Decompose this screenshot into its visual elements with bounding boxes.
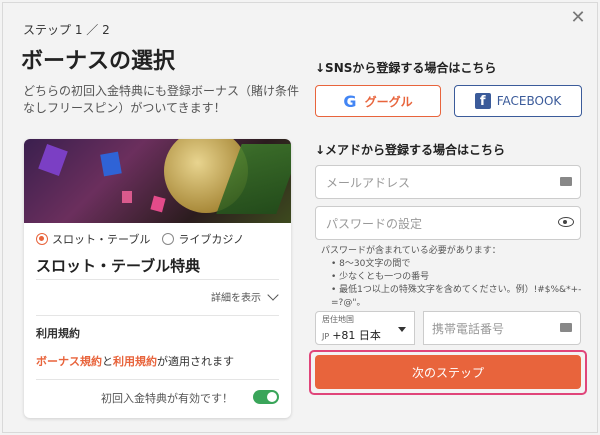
country-value: JP +81 日本: [322, 327, 381, 343]
terms-suffix: が適用されます: [157, 355, 234, 368]
terms-of-use-link[interactable]: 利用規約: [113, 355, 157, 368]
divider: [36, 379, 279, 380]
mail-heading: ↓メアドから登録する場合はこちら: [315, 143, 506, 157]
chevron-down-icon: [267, 288, 279, 301]
country-code: JP: [322, 332, 330, 341]
show-details-toggle[interactable]: 詳細を表示: [211, 288, 279, 304]
facebook-icon: f: [474, 93, 491, 109]
phone-field[interactable]: 携帯電話番号: [423, 311, 581, 345]
radio-live-casino[interactable]: ライブカジノ: [162, 231, 244, 247]
bonus-terms-link[interactable]: ボーナス規約: [36, 355, 102, 368]
terms-heading: 利用規約: [36, 327, 80, 340]
step-indicator: ステップ 1 ／ 2: [23, 23, 110, 37]
password-hint: 最低1つ以上の特殊文字を含めてください。例）!#$%&*+-=?@"。: [331, 284, 583, 310]
password-requirements: パスワードが含まれている必要があります： 8〜30文字の間で 少なくとも一つの番…: [321, 245, 583, 310]
signup-modal: ✕ ステップ 1 ／ 2 ボーナスの選択 どちらの初回入金特典にも登録ボーナス（…: [2, 2, 598, 433]
password-placeholder: パスワードの設定: [326, 216, 423, 231]
caret-down-icon: [398, 327, 406, 332]
radio-label: ライブカジノ: [178, 233, 245, 246]
page-title: ボーナスの選択: [21, 49, 176, 74]
terms-text: ボーナス規約と利用規約が適用されます: [36, 353, 234, 369]
country-label: 居住地国: [322, 315, 354, 324]
country-select[interactable]: 居住地国 JP +81 日本: [315, 311, 415, 345]
details-label: 詳細を表示: [211, 293, 261, 304]
google-signup-button[interactable]: G グーグル: [315, 85, 441, 117]
password-hint: 8〜30文字の間で: [331, 258, 583, 271]
radio-checked-icon: [36, 233, 48, 245]
bonus-toggle[interactable]: [253, 390, 279, 404]
facebook-label: FACEBOOK: [496, 94, 562, 108]
autofill-icon: [560, 177, 572, 186]
terms-and: と: [102, 355, 113, 368]
bonus-type-selector: スロット・テーブル ライブカジノ: [36, 231, 244, 247]
page-description: どちらの初回入金特典にも登録ボーナス（賭け条件なしフリースピン）がついてきます！: [23, 84, 300, 115]
radio-slot-table[interactable]: スロット・テーブル: [36, 231, 150, 247]
phone-placeholder: 携帯電話番号: [432, 321, 505, 336]
next-step-button[interactable]: 次のステップ: [315, 355, 581, 389]
password-hint: 少なくとも一つの番号: [331, 271, 583, 284]
google-icon: G: [343, 91, 357, 111]
phone-group: 居住地国 JP +81 日本 携帯電話番号: [315, 311, 581, 345]
bonus-banner-image: [24, 139, 291, 223]
divider: [36, 279, 279, 280]
sns-heading: ↓SNSから登録する場合はこちら: [315, 61, 497, 75]
close-icon[interactable]: ✕: [569, 9, 587, 27]
bonus-card: スロット・テーブル ライブカジノ スロット・テーブル特典 詳細を表示 利用規約 …: [24, 139, 291, 418]
divider: [36, 315, 279, 316]
email-field[interactable]: メールアドレス: [315, 165, 581, 199]
bonus-title: スロット・テーブル特典: [36, 257, 201, 275]
facebook-signup-button[interactable]: f FACEBOOK: [454, 85, 582, 117]
password-field[interactable]: パスワードの設定: [315, 206, 581, 240]
bonus-valid-label: 初回入金特典が有効です！: [101, 392, 233, 405]
google-label: グーグル: [364, 94, 413, 109]
email-placeholder: メールアドレス: [326, 175, 411, 190]
autofill-icon: [560, 323, 572, 332]
radio-label: スロット・テーブル: [52, 233, 151, 246]
country-dial: +81 日本: [332, 329, 381, 342]
password-hint-title: パスワードが含まれている必要があります：: [321, 246, 501, 256]
radio-unchecked-icon: [162, 233, 175, 245]
eye-icon[interactable]: [558, 217, 574, 227]
